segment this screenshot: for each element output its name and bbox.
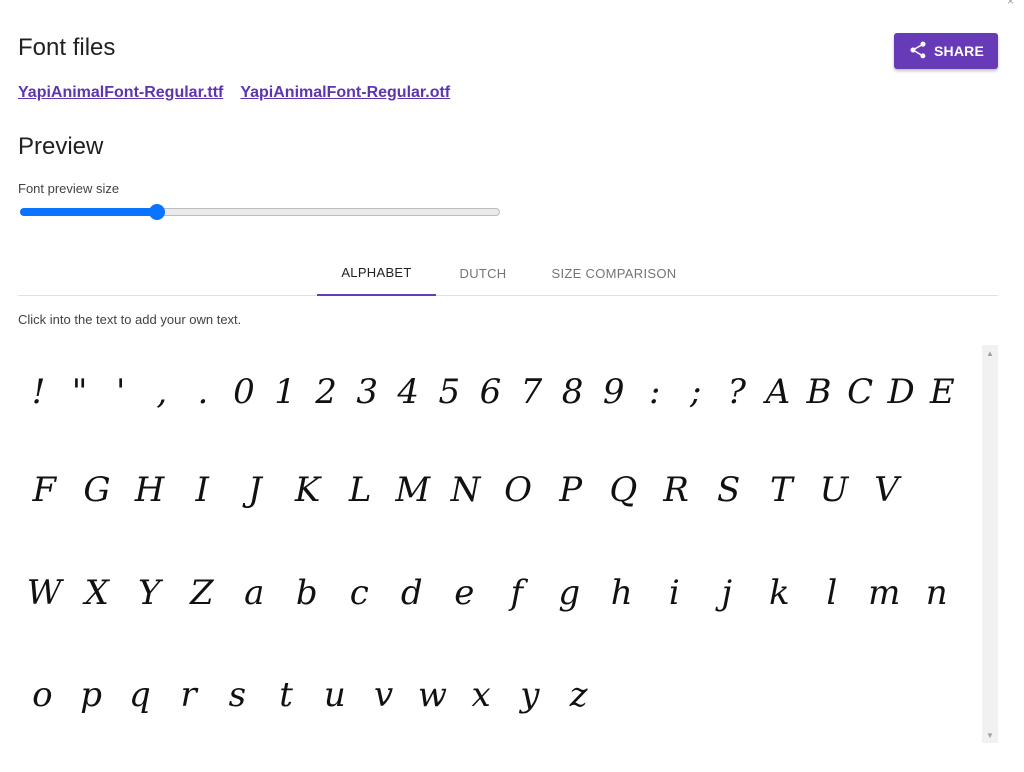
tab-size-comparison[interactable]: SIZE COMPARISON (543, 251, 685, 296)
glyph: 6 (479, 372, 502, 412)
glyph: D (887, 372, 915, 412)
glyph: 2 (315, 372, 337, 412)
glyph: . (197, 372, 209, 412)
glyph: U (819, 470, 849, 510)
glyph-row: ! " ',. 0 1 2 3 4 5 6 7 8 9:;? A B C D E (18, 362, 963, 422)
glyph-row: opqrstuvwxyz (18, 665, 603, 725)
glyph: , (156, 372, 168, 412)
glyph: o (32, 675, 53, 715)
glyph: I (195, 470, 209, 510)
glyph: j (721, 573, 733, 613)
glyph: " (71, 372, 88, 412)
glyph: ; (690, 372, 702, 412)
glyph: k (768, 573, 790, 613)
glyph: d (400, 573, 423, 613)
glyph: c (349, 573, 369, 613)
glyph: 0 (233, 372, 255, 412)
glyph: E (929, 372, 955, 412)
preview-scrollbar[interactable]: ▲ ▼ (982, 345, 998, 743)
font-size-slider-label: Font preview size (18, 181, 120, 196)
glyph: q (128, 675, 151, 715)
glyph: S (717, 470, 741, 510)
glyph: t (279, 675, 293, 715)
glyph: u (323, 675, 346, 715)
glyph: X (84, 573, 109, 613)
slider-fill (20, 208, 157, 216)
glyph: f (510, 573, 524, 613)
glyph: T (769, 470, 793, 510)
font-file-links: YapiAnimalFont-Regular.ttf YapiAnimalFon… (18, 84, 450, 102)
font-size-slider[interactable] (20, 204, 500, 220)
glyph: 1 (274, 372, 296, 412)
glyph: 9 (602, 372, 625, 412)
font-files-title: Font files (18, 34, 116, 61)
glyph: 3 (356, 372, 378, 412)
glyph: B (806, 372, 832, 412)
glyph: b (295, 573, 318, 613)
glyph: R (663, 470, 689, 510)
font-preview-text-area[interactable]: ! " ',. 0 1 2 3 4 5 6 7 8 9:;? A B C D E F G H I J K L M N O P Q R S T U V… (18, 345, 980, 743)
glyph: Q (609, 470, 638, 510)
edit-hint-text: Click into the text to add your own text… (18, 312, 242, 327)
glyph: n (925, 573, 948, 613)
glyph: ? (727, 372, 746, 412)
glyph: L (348, 470, 372, 510)
glyph: p (80, 675, 102, 715)
glyph: a (244, 573, 265, 613)
scroll-up-arrow-icon[interactable]: ▲ (982, 345, 998, 361)
glyph: G (83, 470, 111, 510)
glyph: Z (189, 573, 214, 613)
glyph-row: FGHIJKLMNOPQRSTUV (18, 460, 913, 520)
glyph-row: WXYZabcdefghi jklmn (18, 563, 963, 623)
share-button[interactable]: SHARE (894, 33, 998, 69)
glyph: C (847, 372, 874, 412)
share-icon (908, 40, 928, 63)
glyph: H (134, 470, 165, 510)
tab-dutch[interactable]: DUTCH (448, 251, 518, 296)
tab-alphabet[interactable]: ALPHABET (317, 251, 436, 296)
preview-tabs: ALPHABET DUTCH SIZE COMPARISON (18, 251, 998, 296)
glyph: ! (31, 372, 46, 412)
glyph: N (450, 470, 481, 510)
glyph: z (569, 675, 588, 715)
glyph: 8 (561, 372, 584, 412)
glyph: l (826, 573, 838, 613)
glyph: ' (116, 372, 126, 412)
glyph: A (765, 372, 791, 412)
slider-thumb[interactable] (148, 204, 165, 220)
glyph: 5 (438, 372, 461, 412)
glyph: h (610, 573, 633, 613)
ttf-download-link[interactable]: YapiAnimalFont-Regular.ttf (18, 84, 223, 102)
glyph: V (874, 470, 899, 510)
glyph: J (248, 470, 262, 510)
glyph: : (648, 372, 661, 412)
glyph: W (26, 573, 62, 613)
glyph: e (454, 573, 475, 613)
otf-download-link[interactable]: YapiAnimalFont-Regular.otf (240, 84, 450, 102)
glyph: 4 (397, 372, 420, 412)
glyph: Y (138, 573, 161, 613)
share-label: SHARE (933, 43, 984, 59)
glyph: F (32, 470, 57, 510)
glyph: w (417, 675, 447, 715)
scroll-down-arrow-icon[interactable]: ▼ (982, 727, 998, 743)
glyph: y (520, 675, 540, 715)
glyph: K (294, 470, 321, 510)
glyph: s (228, 675, 247, 715)
glyph: i (668, 573, 680, 613)
glyph: P (559, 470, 583, 510)
glyph: r (180, 675, 197, 715)
glyph: O (504, 470, 533, 510)
glyph: M (395, 470, 431, 510)
glyph: v (374, 675, 394, 715)
glyph: 7 (520, 372, 543, 412)
corner-close-icon[interactable]: × (1007, 0, 1014, 8)
glyph: m (868, 573, 901, 613)
glyph: g (558, 573, 581, 613)
preview-title: Preview (18, 133, 104, 160)
glyph: x (471, 675, 491, 715)
